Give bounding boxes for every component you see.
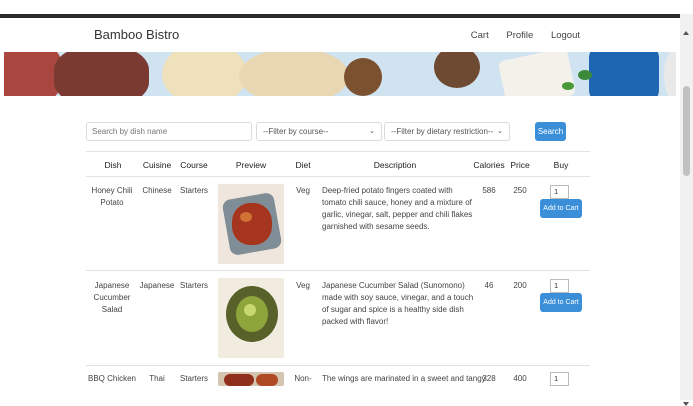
dish-name: Japanese Cucumber Salad <box>93 281 131 314</box>
course-filter-value: --Filter by course-- <box>263 127 329 136</box>
description: Japanese Cucumber Salad (Sunomono) made … <box>322 281 474 326</box>
cuisine: Thai <box>149 374 165 383</box>
dish-name: BBQ Chicken <box>87 374 137 383</box>
diet-filter-value: --Filter by dietary restriction-- <box>391 127 494 136</box>
nav-logout-link[interactable]: Logout <box>551 30 580 41</box>
header-price: Price <box>510 160 530 170</box>
nav-links: Cart Profile Logout <box>456 30 580 41</box>
dish-preview-image <box>218 184 284 264</box>
header-preview: Preview <box>235 160 267 170</box>
vertical-scrollbar[interactable] <box>680 14 693 406</box>
calories: 46 <box>484 281 494 290</box>
header-dish: Dish <box>104 160 122 170</box>
description: The wings are marinated in a sweet and t… <box>322 374 486 383</box>
add-to-cart-button[interactable]: Add to Cart <box>540 293 582 312</box>
navbar: Bamboo Bistro Cart Profile Logout <box>0 18 680 52</box>
scrollbar-thumb[interactable] <box>683 86 690 176</box>
quantity-input[interactable]: 1 <box>550 279 569 293</box>
price: 250 <box>513 186 527 195</box>
brand-logo[interactable]: Bamboo Bistro <box>94 27 179 42</box>
course: Starters <box>179 186 209 195</box>
price: 400 <box>513 374 527 383</box>
price: 200 <box>513 281 527 290</box>
calories: 328 <box>482 374 496 383</box>
header-cuisine: Cuisine <box>142 160 172 170</box>
calories: 586 <box>482 186 496 195</box>
cuisine: Japanese <box>139 281 175 290</box>
row-divider <box>86 365 590 366</box>
header-top-divider <box>86 151 590 152</box>
header-course: Course <box>180 160 208 170</box>
course: Starters <box>179 281 209 290</box>
chevron-down-icon: ⌄ <box>369 128 375 135</box>
add-to-cart-button[interactable]: Add to Cart <box>540 199 582 218</box>
chevron-down-icon: ⌄ <box>497 128 503 135</box>
quantity-input[interactable]: 1 <box>550 185 569 199</box>
scroll-up-icon[interactable] <box>683 31 689 35</box>
dish-preview-image <box>218 372 284 386</box>
diet-filter-select[interactable]: --Filter by dietary restriction-- ⌄ <box>384 122 510 141</box>
header-diet: Diet <box>295 160 311 170</box>
diet: Veg <box>296 186 310 195</box>
scroll-down-icon[interactable] <box>683 402 689 406</box>
description: Deep-fried potato fingers coated with to… <box>322 186 473 231</box>
header-divider <box>86 176 590 177</box>
hero-banner-image <box>4 52 676 96</box>
dish-preview-image <box>218 278 284 358</box>
row-divider <box>86 270 590 271</box>
course-filter-select[interactable]: --Filter by course-- ⌄ <box>256 122 382 141</box>
quantity-input[interactable]: 1 <box>550 372 569 386</box>
search-button[interactable]: Search <box>535 122 566 141</box>
diet: Non- <box>294 374 312 383</box>
header-description: Description <box>373 160 417 170</box>
dish-search-input[interactable] <box>86 122 252 141</box>
nav-profile-link[interactable]: Profile <box>506 30 533 41</box>
header-buy: Buy <box>553 160 569 170</box>
nav-cart-link[interactable]: Cart <box>471 30 489 41</box>
dish-name: Honey Chili Potato <box>91 186 133 207</box>
course: Starters <box>179 374 209 383</box>
diet: Veg <box>296 281 310 290</box>
header-calories: Calories <box>473 160 505 170</box>
cuisine: Chinese <box>142 186 172 195</box>
